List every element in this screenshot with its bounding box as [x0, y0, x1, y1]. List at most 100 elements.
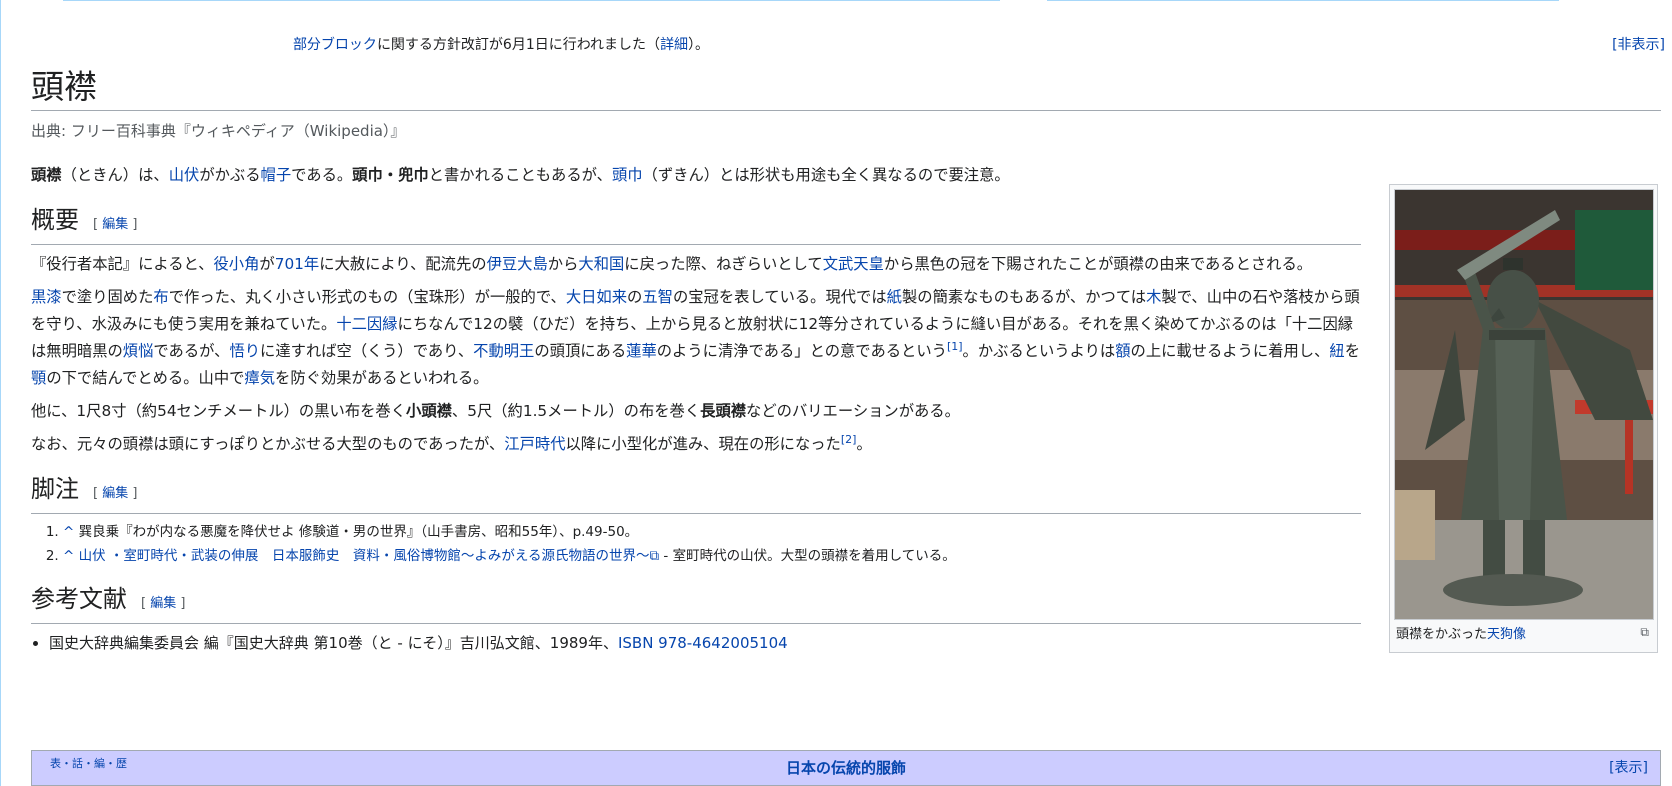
wiki-link[interactable]: ISBN 978-4642005104: [618, 634, 788, 652]
citation-link[interactable]: [2]: [841, 433, 857, 446]
text-run: 他に、1尺8寸（約54センチメートル）の黒い布を巻く: [31, 402, 407, 420]
text-run: 『役行者本記』によると、: [31, 255, 214, 273]
wiki-link[interactable]: 額: [1115, 342, 1130, 360]
text-run: に戻った際、ねぎらいとして: [624, 255, 823, 273]
wiki-link[interactable]: 役小角: [214, 255, 260, 273]
text-run: 巽良乗『わが内なる悪魔を降伏せよ 修験道・男の世界』（山手書房、昭和55年）、p…: [74, 524, 639, 540]
citation-link[interactable]: [1]: [947, 340, 963, 353]
edit-section-link[interactable]: [ 編集 ]: [141, 596, 185, 611]
wiki-link[interactable]: 五智: [642, 288, 673, 306]
site-notice-link-details[interactable]: 詳細: [660, 37, 688, 53]
caption-text: 頭襟をかぶった: [1396, 627, 1488, 642]
footnote-item: ^ 巽良乗『わが内なる悪魔を降伏せよ 修験道・男の世界』（山手書房、昭和55年）…: [63, 520, 1361, 544]
text-run: で塗り固めた: [61, 288, 154, 306]
wiki-link[interactable]: 布: [153, 288, 168, 306]
wiki-link[interactable]: 十二因縁: [336, 315, 397, 333]
wiki-link[interactable]: 大和国: [578, 255, 624, 273]
site-subtitle: 出典: フリー百科事典『ウィキペディア（Wikipedia）』: [31, 122, 406, 140]
wiki-link[interactable]: 黒漆: [31, 288, 62, 306]
wiki-link[interactable]: 大日如来: [566, 288, 627, 306]
text-run: を: [1344, 342, 1361, 360]
text-run: の: [627, 288, 643, 306]
wiki-link[interactable]: 701年: [275, 255, 320, 273]
section-heading-overview: 概要 [ 編集 ]: [31, 203, 1361, 245]
text-run: （ときん）は、: [61, 166, 169, 184]
text-run: の宝冠を表している。現代では: [672, 288, 887, 306]
text-run: の頭頂にある: [534, 342, 627, 360]
thumbnail-caption: 頭襟をかぶった天狗像: [1396, 623, 1526, 642]
text-run: 以降に小型化が進み、現在の形になった: [565, 435, 841, 453]
site-notice-text: に関する方針改訂が6月1日に行われました（: [376, 37, 661, 53]
navbox-title[interactable]: 日本の伝統的服飾: [32, 757, 1660, 778]
bold-term: 長頭襟: [700, 402, 747, 420]
text-run: がかぶる: [199, 166, 261, 184]
section-title: 参考文献: [31, 585, 127, 613]
wiki-link[interactable]: 木: [1146, 288, 1161, 306]
text-run: を防ぐ効果があるといわれる。: [275, 369, 489, 387]
overview-paragraph: 黒漆で塗り固めた布で作った、丸く小さい形式のもの（宝珠形）が一般的で、大日如来の…: [31, 284, 1361, 392]
text-run: （ずきん）とは形状も用途も全く異なるので要注意。: [642, 166, 1010, 184]
wiki-link[interactable]: 伊豆大島: [487, 255, 548, 273]
reference-item: 国史大辞典編集委員会 編『国史大辞典 第10巻（と - にそ）』吉川弘文館、19…: [49, 630, 1361, 656]
text-run: が: [259, 255, 275, 273]
edit-section-link[interactable]: [ 編集 ]: [93, 217, 137, 232]
wiki-link[interactable]: 煩悩: [123, 342, 154, 360]
wiki-link[interactable]: 紐: [1329, 342, 1344, 360]
site-notice-hide-link[interactable]: [非表示]: [1612, 34, 1665, 54]
bold-term: 頭襟: [31, 166, 62, 184]
wiki-link[interactable]: ^: [63, 548, 74, 564]
edit-section-link[interactable]: [ 編集 ]: [93, 486, 137, 501]
text-run: で作った、丸く小さい形式のもの（宝珠形）が一般的で、: [168, 288, 566, 306]
overview-paragraph: なお、元々の頭襟は頭にすっぽりとかぶせる大型のものであったが、江戸時代以降に小型…: [31, 431, 1361, 458]
text-run: 製の簡素なものもあるが、かつては: [901, 288, 1147, 306]
text-run: である。: [291, 166, 353, 184]
bold-term: 小頭襟: [406, 402, 452, 420]
caption-link-tengu[interactable]: 天狗像: [1487, 627, 1526, 642]
article-content: 頭襟（ときん）は、山伏がかぶる帽子である。頭巾・兜巾と書かれることもあるが、頭巾…: [31, 162, 1361, 656]
section-title: 脚注: [31, 475, 79, 503]
wiki-link[interactable]: 頭巾: [612, 166, 643, 184]
edit-link-label[interactable]: 編集: [150, 596, 176, 611]
thumbnail-image[interactable]: [1394, 189, 1654, 620]
navbox-show-toggle[interactable]: [表示]: [1609, 757, 1648, 777]
wiki-link[interactable]: 山伏 ・室町時代・武装の伸展 日本服飾史 資料・風俗博物館〜よみがえる源氏物語の…: [79, 548, 650, 564]
wiki-link[interactable]: 悟り: [229, 342, 260, 360]
text-run: 国史大辞典編集委員会 編『国史大辞典 第10巻（と - にそ）』吉川弘文館、19…: [49, 634, 618, 652]
page-title: 頭襟: [31, 64, 1661, 111]
text-run: の上に載せるように着用し、: [1130, 342, 1330, 360]
magnify-icon[interactable]: ⧉: [1640, 625, 1649, 640]
footnote-list: ^ 巽良乗『わが内なる悪魔を降伏せよ 修験道・男の世界』（山手書房、昭和55年）…: [31, 520, 1361, 568]
text-run: 、5尺（約1.5メートル）の布を巻く: [451, 402, 701, 420]
overview-paragraph: 『役行者本記』によると、役小角が701年に大赦により、配流先の伊豆大島から大和国…: [31, 251, 1361, 278]
wiki-link[interactable]: 帽子: [261, 166, 292, 184]
wiki-link[interactable]: 江戸時代: [504, 435, 565, 453]
site-notice-text-end: ）。: [688, 37, 710, 53]
text-run: の下で結んでとめる。山中で: [46, 369, 245, 387]
wiki-link[interactable]: 瘴気: [244, 369, 275, 387]
text-run: 。かぶるというよりは: [962, 342, 1116, 360]
article-page: 部分ブロックに関する方針改訂が6月1日に行われました（詳細）。 [非表示] 頭襟…: [0, 0, 1672, 786]
text-run: であるが、: [153, 342, 230, 360]
site-notice: 部分ブロックに関する方針改訂が6月1日に行われました（詳細）。: [1, 34, 1001, 54]
wiki-link[interactable]: 文武天皇: [823, 255, 884, 273]
wiki-link[interactable]: ⧉: [650, 548, 660, 564]
text-run: から: [547, 255, 579, 273]
wiki-link[interactable]: 山伏: [169, 166, 200, 184]
wiki-link[interactable]: 顎: [31, 369, 46, 387]
text-run: と書かれることもあるが、: [428, 166, 612, 184]
wiki-link[interactable]: ^: [63, 524, 74, 540]
wiki-link[interactable]: 紙: [887, 288, 902, 306]
edit-link-label[interactable]: 編集: [102, 217, 128, 232]
wiki-link[interactable]: 蓮華: [626, 342, 657, 360]
text-run: なお、元々の頭襟は頭にすっぽりとかぶせる大型のものであったが、: [31, 435, 505, 453]
edit-link-label[interactable]: 編集: [102, 486, 128, 501]
text-run: に達すれば空（くう）であり、: [260, 342, 474, 360]
wiki-link[interactable]: 不動明王: [473, 342, 534, 360]
bold-term: 頭巾・兜巾: [352, 166, 429, 184]
citation-superscript: [1]: [947, 340, 963, 353]
text-run: - 室町時代の山伏。大型の頭襟を着用している。: [659, 548, 956, 564]
thumbnail-box: 頭襟をかぶった天狗像 ⧉: [1389, 184, 1658, 653]
text-run: から黒色の冠を下賜されたことが頭襟の由来であるとされる。: [883, 255, 1313, 273]
reference-list: 国史大辞典編集委員会 編『国史大辞典 第10巻（と - にそ）』吉川弘文館、19…: [31, 630, 1361, 656]
site-notice-link-block[interactable]: 部分ブロック: [293, 37, 377, 53]
